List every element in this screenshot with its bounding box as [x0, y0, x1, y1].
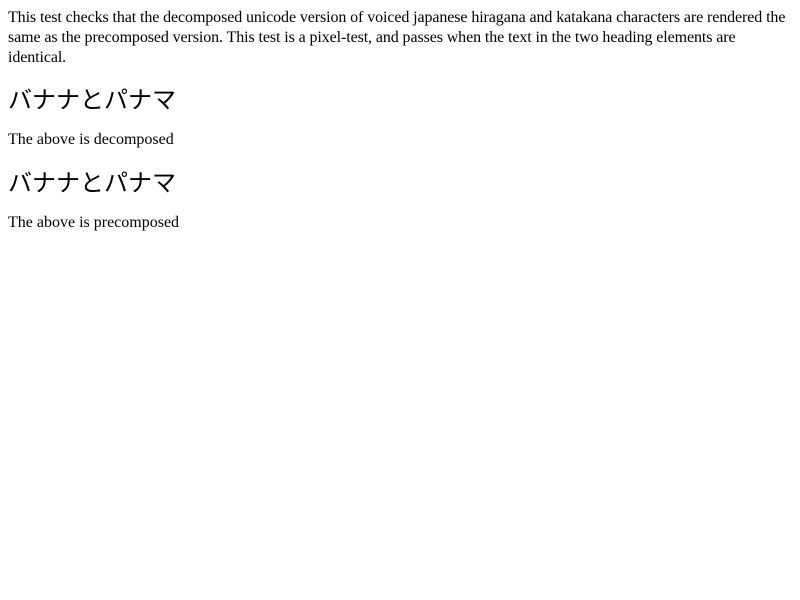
intro-paragraph: This test checks that the decomposed uni… — [8, 9, 786, 66]
page-body: This test checks that the decomposed uni… — [0, 0, 800, 233]
precomposed-caption: The above is precomposed — [8, 214, 180, 231]
decomposed-caption: The above is decomposed — [8, 131, 174, 148]
precomposed-heading: バナナとパナマ — [8, 169, 176, 197]
decomposed-heading: バナナとパナマ — [8, 86, 176, 114]
